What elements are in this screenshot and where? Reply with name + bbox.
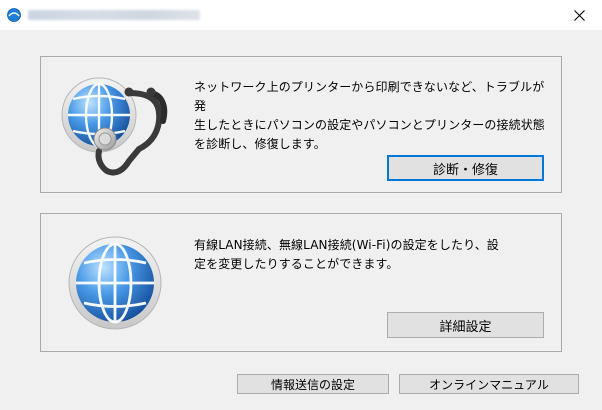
- online-manual-button[interactable]: オンラインマニュアル: [399, 374, 579, 394]
- diagnose-description: ネットワーク上のプリンターから印刷できないなど、トラブルが発 生したときにパソコ…: [194, 80, 545, 151]
- detailed-settings-button[interactable]: 詳細設定: [387, 312, 544, 338]
- settings-panel: 有線LAN接続、無線LAN接続(Wi-Fi)の設定をしたり、設 定を変更したりす…: [40, 213, 562, 352]
- globe-icon: [68, 236, 162, 330]
- app-icon: [7, 8, 21, 22]
- info-send-settings-button[interactable]: 情報送信の設定: [237, 374, 389, 394]
- diagnose-panel: ネットワーク上のプリンターから印刷できないなど、トラブルが発 生したときにパソコ…: [40, 56, 562, 193]
- close-button[interactable]: [556, 0, 602, 30]
- settings-description: 有線LAN接続、無線LAN接続(Wi-Fi)の設定をしたり、設 定を変更したりす…: [194, 238, 499, 271]
- window-title: [28, 10, 200, 20]
- diagnose-repair-button[interactable]: 診断・修復: [387, 155, 544, 181]
- title-bar: [0, 0, 602, 30]
- globe-stethoscope-icon: [61, 77, 168, 176]
- close-icon: [573, 9, 585, 21]
